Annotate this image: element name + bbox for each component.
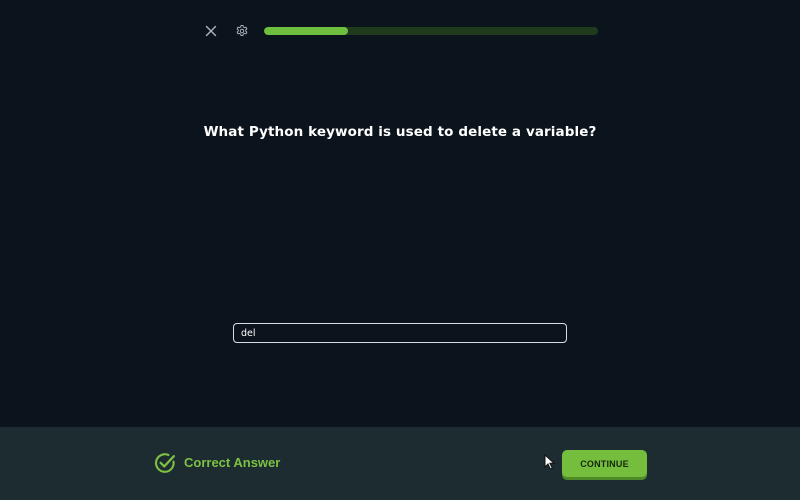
answer-input[interactable] <box>233 323 567 343</box>
close-button[interactable] <box>200 20 222 42</box>
quiz-app: What Python keyword is used to delete a … <box>0 0 800 500</box>
progress-bar <box>264 27 598 35</box>
top-bar <box>0 0 800 60</box>
gear-icon <box>236 24 248 37</box>
check-circle-icon <box>154 453 175 473</box>
feedback-status-text: Correct Answer <box>184 455 281 470</box>
feedback-bar: Correct Answer CONTINUE <box>0 427 800 500</box>
close-icon <box>205 25 217 37</box>
continue-button[interactable]: CONTINUE <box>562 450 647 477</box>
mouse-pointer-icon <box>544 454 556 470</box>
question-text: What Python keyword is used to delete a … <box>203 124 597 140</box>
settings-button[interactable] <box>231 20 253 42</box>
progress-bar-fill <box>264 27 348 35</box>
